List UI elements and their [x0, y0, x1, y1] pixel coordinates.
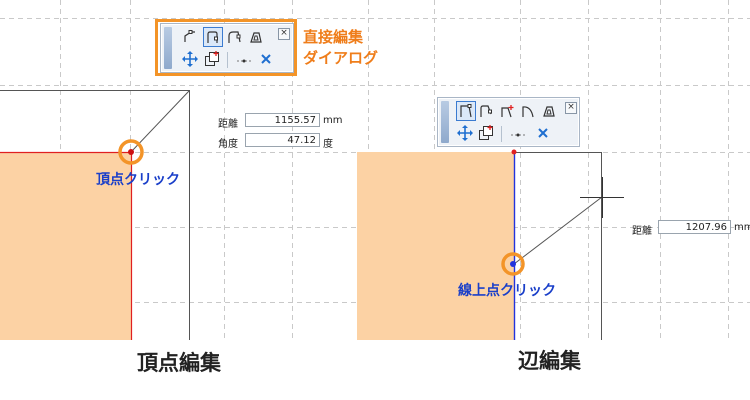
close-icon[interactable]: × — [565, 102, 577, 114]
copy-shape-icon[interactable] — [477, 124, 495, 142]
vertex-click-label: 頂点クリック — [96, 172, 180, 188]
drawing-canvas[interactable]: × 直接編集 ダイアログ 距離 1155.57 mm 角度 47.12 度 頂点… — [0, 0, 750, 340]
callout-line-1: 直接編集 — [303, 28, 364, 46]
angle-unit: 度 — [323, 139, 333, 150]
angle-field[interactable]: 47.12 — [245, 133, 320, 147]
move-icon[interactable] — [456, 124, 474, 142]
callout-line-2: ダイアログ — [303, 49, 379, 67]
left-vertex-point — [128, 149, 134, 155]
distance-field[interactable]: 1207.96 — [658, 220, 731, 234]
distance-unit: mm — [323, 115, 343, 126]
caption-area: 頂点編集 辺編集 — [0, 340, 750, 400]
arc-edge-icon[interactable] — [519, 102, 537, 120]
offset-shape-icon[interactable] — [540, 102, 558, 120]
edit-vertex-icon[interactable] — [456, 101, 476, 121]
right-edge-point — [510, 261, 516, 267]
snap-point-icon[interactable] — [509, 124, 527, 142]
cancel-x-icon[interactable] — [534, 124, 552, 142]
edge-edit-caption: 辺編集 — [518, 349, 581, 373]
toolbar-separator — [501, 126, 502, 142]
distance-field[interactable]: 1155.57 — [245, 113, 320, 127]
toolbar-grip[interactable] — [441, 101, 449, 143]
vertex-edit-caption: 頂点編集 — [137, 351, 221, 375]
distance-unit: mm — [734, 222, 750, 233]
angle-label: 角度 — [218, 139, 238, 150]
edit-edge-icon[interactable] — [477, 102, 495, 120]
dialog-callout-box — [155, 19, 297, 76]
add-vertex-icon[interactable] — [498, 102, 516, 120]
dialog-callout-label: 直接編集 ダイアログ — [303, 27, 378, 69]
distance-label: 距離 — [218, 119, 238, 130]
direct-edit-dialog-right: × — [437, 97, 580, 147]
distance-label: 距離 — [632, 226, 652, 237]
right-corner-point — [511, 149, 517, 155]
edge-point-click-label: 線上点クリック — [458, 283, 556, 299]
right-shape-fill — [357, 152, 514, 340]
